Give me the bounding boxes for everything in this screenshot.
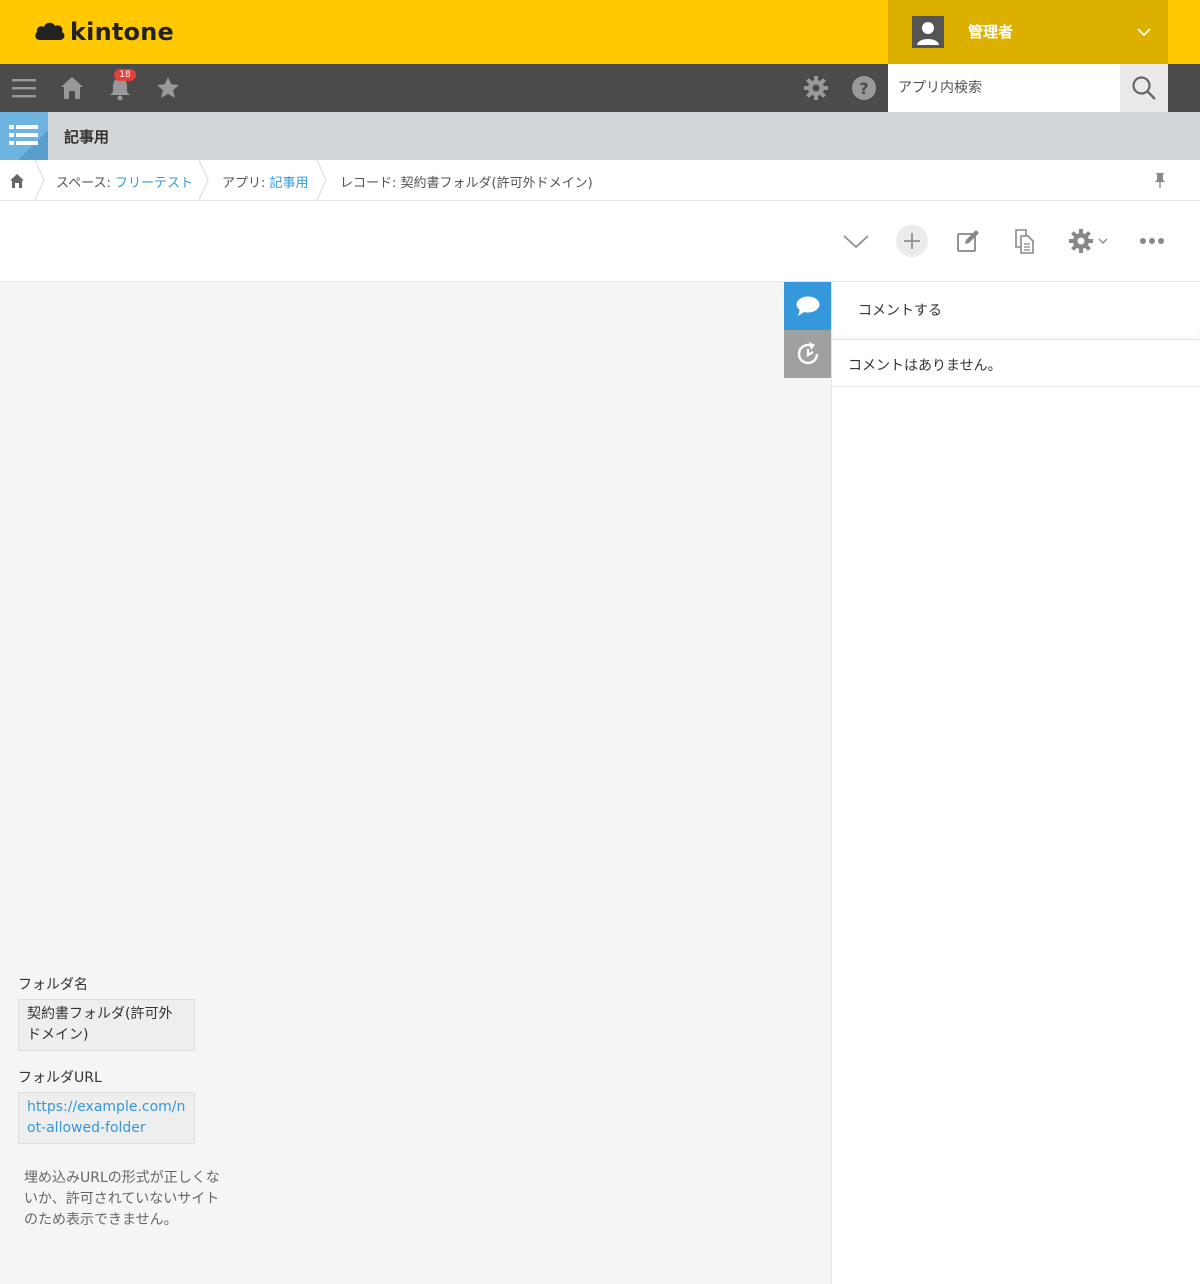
comment-input[interactable] bbox=[832, 282, 1199, 340]
app-title: 記事用 bbox=[64, 128, 110, 146]
chevron-down-icon bbox=[843, 235, 869, 249]
menu-icon[interactable] bbox=[10, 74, 38, 102]
home-icon[interactable] bbox=[58, 74, 86, 102]
field-value-folder-url: https://example.com/not-allowed-folder bbox=[18, 1092, 195, 1144]
more-options-button[interactable] bbox=[1136, 225, 1168, 257]
chevron-down-icon bbox=[1098, 238, 1108, 244]
breadcrumb-separator bbox=[316, 160, 327, 200]
collapse-button[interactable] bbox=[840, 225, 872, 257]
field-label-folder-url: フォルダURL bbox=[18, 1070, 102, 1086]
edit-record-button[interactable] bbox=[952, 225, 984, 257]
copy-icon bbox=[1015, 229, 1034, 254]
speech-bubble-icon bbox=[796, 296, 820, 316]
ellipsis-icon bbox=[1140, 238, 1164, 244]
gear-icon bbox=[1069, 229, 1093, 253]
field-value-folder-name: 契約書フォルダ(許可外ドメイン) bbox=[18, 999, 195, 1051]
star-icon[interactable] bbox=[154, 74, 182, 102]
search-button[interactable] bbox=[1120, 64, 1168, 112]
home-icon[interactable] bbox=[8, 172, 26, 190]
plus-icon bbox=[904, 233, 920, 249]
folder-url-link[interactable]: https://example.com/not-allowed-folder bbox=[27, 1099, 185, 1136]
kintone-logo[interactable]: kintone bbox=[34, 16, 174, 48]
gear-icon[interactable] bbox=[802, 74, 830, 102]
cloud-logo-icon bbox=[35, 22, 65, 40]
breadcrumb-record: レコード: 契約書フォルダ(許可外ドメイン) bbox=[340, 176, 593, 191]
breadcrumb-separator bbox=[34, 160, 45, 200]
settings-menu-button[interactable] bbox=[1064, 225, 1112, 257]
user-avatar-icon bbox=[912, 16, 944, 48]
comment-panel: コメントはありません。 bbox=[831, 282, 1200, 1284]
breadcrumb: スペース: フリーテスト アプリ: 記事用 レコード: 契約書フォルダ(許可外ド… bbox=[0, 160, 1200, 201]
breadcrumb-space-link[interactable]: フリーテスト bbox=[115, 176, 193, 191]
history-icon bbox=[797, 342, 819, 365]
help-icon[interactable]: ? bbox=[850, 74, 878, 102]
app-bar bbox=[0, 112, 1200, 160]
header: kintone 管理者 bbox=[0, 0, 1200, 64]
edit-icon bbox=[957, 230, 979, 252]
app-search-input[interactable] bbox=[888, 64, 1120, 112]
add-record-button[interactable] bbox=[896, 225, 928, 257]
embed-error-message: 埋め込みURLの形式が正しくないか、許可されていないサイトのため表示できません。 bbox=[24, 1170, 220, 1228]
app-list-icon[interactable] bbox=[0, 112, 48, 160]
record-toolbar bbox=[0, 201, 1200, 282]
svg-text:?: ? bbox=[859, 79, 868, 98]
comments-tab[interactable] bbox=[784, 282, 832, 330]
chevron-down-icon bbox=[1137, 28, 1151, 37]
breadcrumb-app: アプリ: 記事用 bbox=[222, 176, 309, 191]
notification-badge: 18 bbox=[114, 69, 136, 81]
logo-text: kintone bbox=[70, 18, 174, 46]
no-comments-text: コメントはありません。 bbox=[832, 340, 1200, 387]
field-label-folder-name: フォルダ名 bbox=[18, 977, 88, 993]
history-tab[interactable] bbox=[784, 330, 832, 378]
breadcrumb-separator bbox=[198, 160, 209, 200]
breadcrumb-space: スペース: フリーテスト bbox=[56, 176, 193, 191]
search-icon bbox=[1132, 76, 1156, 100]
duplicate-record-button[interactable] bbox=[1008, 225, 1040, 257]
pin-icon[interactable] bbox=[1150, 170, 1170, 190]
breadcrumb-app-link[interactable]: 記事用 bbox=[270, 176, 309, 191]
user-menu[interactable]: 管理者 bbox=[888, 0, 1168, 64]
user-name: 管理者 bbox=[968, 23, 1014, 41]
